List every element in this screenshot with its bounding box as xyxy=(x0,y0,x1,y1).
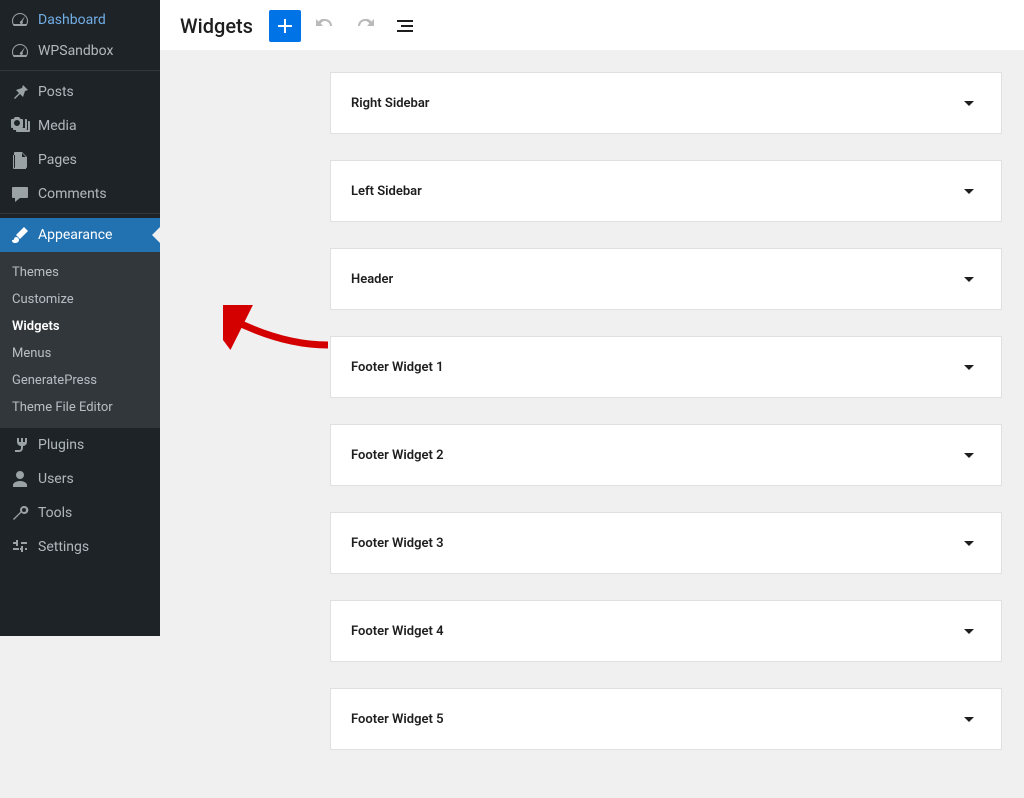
admin-sidebar: Dashboard WPSandbox Posts Media Pages Co… xyxy=(0,0,160,636)
undo-icon xyxy=(313,14,337,38)
sidebar-item-label: Media xyxy=(38,118,77,134)
widget-area-panel[interactable]: Header xyxy=(330,248,1002,310)
redo-icon xyxy=(353,14,377,38)
user-icon xyxy=(10,469,30,489)
sidebar-item-label: Comments xyxy=(38,186,107,202)
sidebar-item-label: Settings xyxy=(38,539,89,555)
sidebar-item-posts[interactable]: Posts xyxy=(0,75,160,109)
widget-area-title: Footer Widget 5 xyxy=(351,712,444,727)
undo-button[interactable] xyxy=(309,10,341,42)
chevron-down-icon xyxy=(957,355,981,379)
chevron-down-icon xyxy=(957,443,981,467)
sidebar-item-comments[interactable]: Comments xyxy=(0,177,160,211)
widget-area-panel[interactable]: Footer Widget 2 xyxy=(330,424,1002,486)
chevron-down-icon xyxy=(957,267,981,291)
sidebar-item-pages[interactable]: Pages xyxy=(0,143,160,177)
dashboard-icon xyxy=(10,41,30,61)
chevron-down-icon xyxy=(957,179,981,203)
sidebar-item-label: WPSandbox xyxy=(38,43,113,59)
editor-header: Widgets xyxy=(160,0,1024,50)
widget-area-title: Footer Widget 1 xyxy=(351,360,444,375)
brush-icon xyxy=(10,225,30,245)
sidebar-item-plugins[interactable]: Plugins xyxy=(0,428,160,462)
pin-icon xyxy=(10,82,30,102)
sidebar-item-settings[interactable]: Settings xyxy=(0,530,160,564)
submenu-item-widgets[interactable]: Widgets xyxy=(0,313,160,340)
redo-button[interactable] xyxy=(349,10,381,42)
widget-area-title: Footer Widget 4 xyxy=(351,624,444,639)
submenu-item-generatepress[interactable]: GeneratePress xyxy=(0,367,160,394)
widget-area-panel[interactable]: Right Sidebar xyxy=(330,72,1002,134)
sidebar-item-label: Posts xyxy=(38,84,74,100)
widget-areas-list: Right Sidebar Left Sidebar Header Footer… xyxy=(160,50,1024,798)
page-title: Widgets xyxy=(180,14,253,38)
widget-area-panel[interactable]: Left Sidebar xyxy=(330,160,1002,222)
sidebar-item-label: Tools xyxy=(38,505,72,521)
widget-area-title: Right Sidebar xyxy=(351,96,429,111)
sliders-icon xyxy=(10,537,30,557)
chevron-down-icon xyxy=(957,91,981,115)
sidebar-item-dashboard[interactable]: Dashboard xyxy=(0,0,160,34)
chevron-down-icon xyxy=(957,531,981,555)
widget-area-title: Footer Widget 2 xyxy=(351,448,444,463)
chevron-down-icon xyxy=(957,707,981,731)
widget-area-panel[interactable]: Footer Widget 1 xyxy=(330,336,1002,398)
chevron-down-icon xyxy=(957,619,981,643)
dashboard-icon xyxy=(10,10,30,30)
widget-area-title: Footer Widget 3 xyxy=(351,536,444,551)
list-view-button[interactable] xyxy=(389,10,421,42)
sidebar-item-label: Plugins xyxy=(38,437,84,453)
submenu-item-customize[interactable]: Customize xyxy=(0,286,160,313)
sidebar-submenu-appearance: Themes Customize Widgets Menus GenerateP… xyxy=(0,252,160,428)
sidebar-item-label: Pages xyxy=(38,152,77,168)
sidebar-item-wpsandbox[interactable]: WPSandbox xyxy=(0,34,160,68)
comment-icon xyxy=(10,184,30,204)
sidebar-item-label: Users xyxy=(38,471,74,487)
sidebar-item-media[interactable]: Media xyxy=(0,109,160,143)
widget-area-title: Left Sidebar xyxy=(351,184,422,199)
submenu-item-theme-file-editor[interactable]: Theme File Editor xyxy=(0,394,160,421)
media-icon xyxy=(10,116,30,136)
submenu-item-themes[interactable]: Themes xyxy=(0,259,160,286)
sidebar-item-label: Appearance xyxy=(38,227,112,243)
plus-icon xyxy=(273,14,297,38)
list-view-icon xyxy=(393,14,417,38)
pages-icon xyxy=(10,150,30,170)
add-block-button[interactable] xyxy=(269,10,301,42)
wrench-icon xyxy=(10,503,30,523)
sidebar-item-users[interactable]: Users xyxy=(0,462,160,496)
widget-area-panel[interactable]: Footer Widget 5 xyxy=(330,688,1002,750)
sidebar-item-label: Dashboard xyxy=(38,12,106,28)
main-content: Widgets Right Sidebar Left Sidebar Heade… xyxy=(160,0,1024,636)
widget-area-panel[interactable]: Footer Widget 4 xyxy=(330,600,1002,662)
widget-area-panel[interactable]: Footer Widget 3 xyxy=(330,512,1002,574)
plugin-icon xyxy=(10,435,30,455)
widget-area-title: Header xyxy=(351,272,393,287)
submenu-item-menus[interactable]: Menus xyxy=(0,340,160,367)
sidebar-item-tools[interactable]: Tools xyxy=(0,496,160,530)
sidebar-item-appearance[interactable]: Appearance xyxy=(0,218,160,252)
